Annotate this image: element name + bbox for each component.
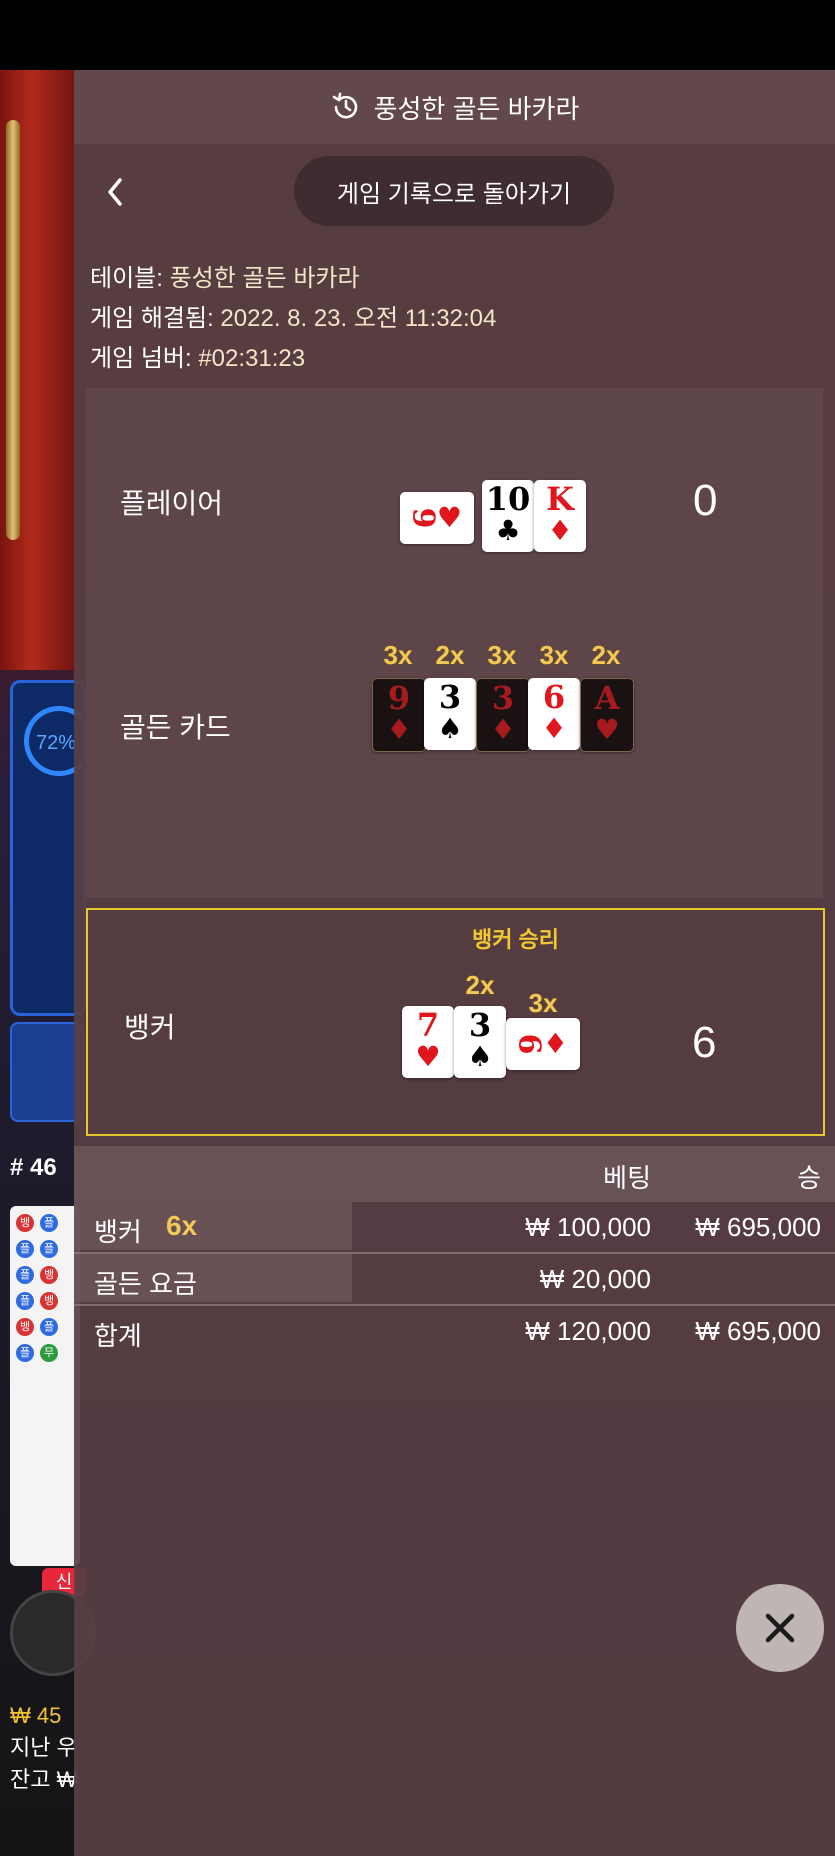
panel-header: 풍성한 골든 바카라 [74,70,835,144]
banker-hand-box: 뱅커 승리 뱅커 7 ♥ 2x 3 ♠ 3x 6 ♦ 6 [86,908,825,1136]
header-bet: 베팅 [603,1163,651,1193]
banker-total: 6 [692,1018,717,1067]
game-result-area: 플레이어 9 ♥ 10 ♣ K ♦ 0 골든 카드 3x 9 ♦ 2x 3 ♠ 3x 3 ♦ 3x 6 ♦ 2x A… [86,388,823,898]
playing-card: 7 ♥ [402,1006,454,1078]
card-rank: 9 [387,679,411,717]
multiplier-label: 2x [465,970,495,1000]
close-button[interactable] [736,1584,824,1672]
odds-percent: 72% [36,732,77,754]
bet-multiplier: 6x [166,1210,198,1241]
roadmap-dot: 플 [16,1240,34,1258]
bet-total-row: 합계 ₩ 120,000 ₩ 695,000 [74,1306,835,1356]
roadmap-dot: 뱅 [16,1318,34,1336]
playing-card: 9 ♦ [372,678,426,752]
playing-card: 10 ♣ [482,480,534,552]
banker-label: 뱅커 [124,1012,176,1043]
bet-amount: ₩ 20,000 [539,1264,651,1294]
multiplier-label: 3x [383,640,413,670]
roadmap-dot: 뱅 [40,1266,58,1284]
roadmap-dot: 플 [16,1266,34,1284]
roadmap-dot: 플 [40,1240,58,1258]
playing-card: 6 ♦ [506,1018,580,1070]
card-suit-icon: ♦ [490,713,516,746]
bet-name: 골든 요금 [94,1269,197,1299]
footer-last-win: 지난 우 [10,1735,77,1760]
back-to-history-button[interactable]: 게임 기록으로 돌아가기 [294,156,614,226]
bet-table-header: 베팅 승 [74,1146,835,1202]
roadmap: 뱅플플플플뱅플뱅뱅플플무 [10,1206,80,1566]
playing-card: A ♥ [580,678,634,752]
card-suit-icon: ♥ [436,501,462,534]
header-win: 승 [797,1163,821,1193]
card-suit-icon: ♠ [467,1040,493,1073]
card-suit-icon: ♦ [542,1027,568,1060]
multiplier-label: 3x [528,988,558,1018]
multiplier-label: 2x [435,640,465,670]
playing-card: 3 ♦ [476,678,530,752]
multiplier-label: 3x [539,640,569,670]
card-suit-icon: ♣ [495,514,521,547]
bet-amount: ₩ 100,000 [525,1212,651,1242]
bet-spot-button [10,1022,84,1122]
meta-game-number: 게임 넘버: #02:31:23 [90,345,306,372]
round-number: # 46 [10,1154,57,1181]
multiplier-label: 2x [591,640,621,670]
total-win-amount: ₩ 695,000 [695,1316,821,1346]
card-suit-icon: ♦ [386,713,412,746]
card-suit-icon: ♦ [547,514,573,547]
player-total: 0 [693,476,718,525]
playing-card: 6 ♦ [528,678,580,750]
playing-card: 9 ♥ [400,492,474,544]
card-suit-icon: ♥ [594,713,620,746]
card-suit-icon: ♦ [541,712,567,745]
playing-card: K ♦ [534,480,586,552]
playing-card: 3 ♠ [454,1006,506,1078]
history-icon [332,92,357,119]
footer-balance: 잔고 ₩ [10,1767,78,1792]
bet-rows: 뱅커 6x ₩ 100,000 ₩ 695,000 골든 요금 ₩ 20,000 [74,1202,835,1306]
win-amount: ₩ 695,000 [695,1212,821,1242]
gold-pole [6,120,20,540]
card-rank: 10 [485,480,531,518]
panel-title: 풍성한 골든 바카라 [373,93,580,124]
bet-row: 골든 요금 ₩ 20,000 [74,1254,835,1306]
card-rank: 9 [405,507,441,529]
card-rank: 3 [491,679,515,717]
playing-card: 3 ♠ [424,678,476,750]
game-history-panel: 풍성한 골든 바카라 게임 기록으로 돌아가기 테이블: 풍성한 골든 바카라 … [74,70,835,1856]
golden-card-label: 골든 카드 [120,712,231,743]
card-rank: 6 [511,1033,547,1055]
close-icon [765,1613,795,1643]
bet-row: 뱅커 6x ₩ 100,000 ₩ 695,000 [74,1202,835,1254]
roadmap-dot: 플 [40,1318,58,1336]
roadmap-dot: 플 [16,1292,34,1310]
footer-win: ₩ 45 [10,1703,62,1728]
card-rank: A [594,679,620,717]
card-rank: 6 [542,678,566,716]
card-rank: 3 [468,1006,492,1044]
total-label: 합계 [94,1321,142,1351]
back-chevron-icon[interactable] [98,174,134,210]
card-suit-icon: ♥ [415,1040,441,1073]
meta-resolved: 게임 해결됨: 2022. 8. 23. 오전 11:32:04 [90,305,497,332]
meta-table: 테이블: 풍성한 골든 바카라 [90,265,360,292]
bet-name: 뱅커 [94,1217,142,1247]
balance-footer: ₩ 45 지난 우 잔고 ₩ [10,1700,77,1796]
roadmap-dot: 플 [40,1214,58,1232]
roadmap-dot: 뱅 [40,1292,58,1310]
bet-summary-table: 베팅 승 뱅커 6x ₩ 100,000 ₩ 695,000 골든 요금 ₩ 20,000… [74,1146,835,1356]
roadmap-dot: 플 [16,1344,34,1362]
roadmap-dot: 뱅 [16,1214,34,1232]
card-rank: 3 [438,678,462,716]
card-rank: 7 [416,1006,440,1044]
roadmap-dot: 무 [40,1344,58,1362]
player-label: 플레이어 [120,488,224,519]
banker-win-label: 뱅커 승리 [471,927,560,952]
card-rank: K [546,480,574,518]
total-bet-amount: ₩ 120,000 [525,1316,651,1346]
card-suit-icon: ♠ [437,712,463,745]
multiplier-label: 3x [487,640,517,670]
